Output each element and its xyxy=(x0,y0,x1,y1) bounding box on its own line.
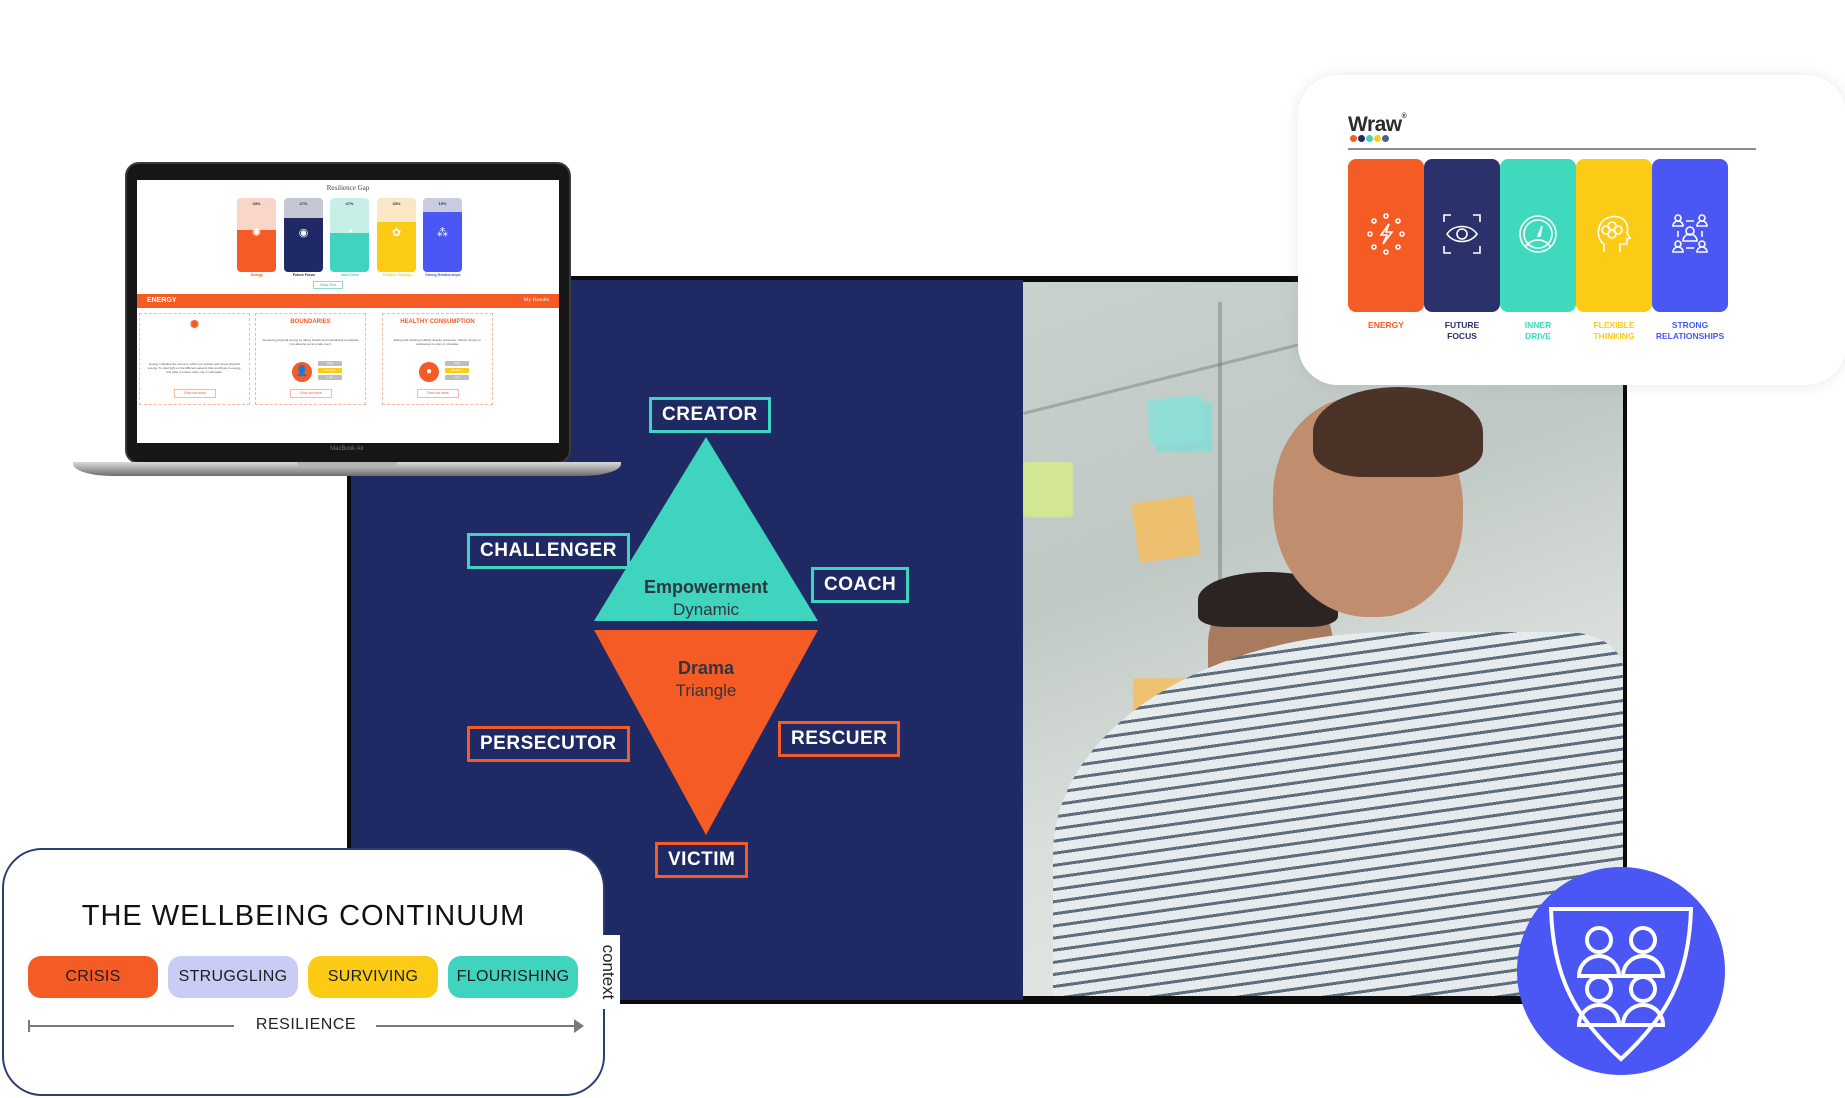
gap-bar: 33% ✿ xyxy=(377,198,416,272)
my-results-link[interactable]: My Results xyxy=(524,297,549,303)
device-label: MacBook Air xyxy=(330,446,364,452)
level-high: High xyxy=(445,361,469,366)
role-challenger: CHALLENGER xyxy=(467,533,630,569)
role-rescuer: RESCUER xyxy=(778,721,901,757)
level-medium: Medium xyxy=(445,368,469,373)
pillar-card xyxy=(1500,159,1576,312)
gap-bar-label: Energy xyxy=(251,273,263,277)
drama-subtitle: Triangle xyxy=(675,681,737,700)
sticky-note xyxy=(1023,462,1073,517)
level-high: High xyxy=(318,361,342,366)
pillar-card xyxy=(1348,159,1424,312)
pillar-icon: ✺ xyxy=(251,227,262,239)
gap-bar: 47% ◔ xyxy=(330,198,369,272)
gap-percent: 43% xyxy=(252,201,261,206)
find-out-more-button[interactable]: Find out more xyxy=(174,389,216,398)
sticky-note xyxy=(1146,394,1206,446)
stage-struggling: STRUGGLING xyxy=(168,956,298,998)
wellbeing-continuum-card: THE WELLBEING CONTINUUM CRISIS STRUGGLIN… xyxy=(2,848,605,1096)
logo-dot xyxy=(1382,135,1389,142)
read-text-button[interactable]: Read Text xyxy=(313,281,343,289)
empowerment-title: Empowerment xyxy=(643,577,769,597)
gap-bar-label: Flexible Thinking xyxy=(382,273,412,277)
logo-dot xyxy=(1374,135,1381,142)
speedometer-icon xyxy=(1519,215,1557,253)
gap-percent: 33% xyxy=(392,201,401,206)
logo-dot xyxy=(1366,135,1373,142)
gap-bar: 43% ✺ xyxy=(237,198,276,272)
pillar-icon: ◉ xyxy=(298,227,309,239)
resilience-gap-title: Resilience Gap xyxy=(326,184,370,192)
card-title: HEALTHY CONSUMPTION xyxy=(400,319,475,325)
eye-focus-icon xyxy=(1443,214,1481,254)
gap-bar-label: Inner Drive xyxy=(340,273,360,277)
shield-team-badge xyxy=(1517,867,1725,1075)
card-body: Eating and drinking healthily despite pr… xyxy=(393,338,482,346)
gap-bar-fill xyxy=(330,232,369,272)
continuum-title: THE WELLBEING CONTINUUM xyxy=(81,900,526,932)
level-low: Low xyxy=(445,375,469,380)
gap-bar-label: Strong Relationships xyxy=(425,273,461,277)
gap-percent: 47% xyxy=(345,201,354,206)
energy-section-title: ENERGY xyxy=(147,297,177,304)
laptop-screen: Resilience Gap 43% ✺ Energy 27% ◉ Future Focu… xyxy=(137,180,559,443)
energy-bolt-icon xyxy=(1367,213,1405,255)
energy-section-header: ENERGY My Results xyxy=(137,294,559,308)
pillar-icon: ✿ xyxy=(391,227,402,239)
person-icon: 👤 xyxy=(292,362,312,382)
pillar-card xyxy=(1424,159,1500,312)
wraw-logo-dots xyxy=(1350,135,1389,142)
find-out-more-button[interactable]: Find out more xyxy=(290,389,332,398)
divider xyxy=(1348,148,1756,150)
boundaries-card: BOUNDARIES Sustaining physical energy by… xyxy=(255,313,366,405)
resilience-label: RESILIENCE xyxy=(255,1016,357,1033)
logo-dot xyxy=(1350,135,1357,142)
pillar-card xyxy=(1576,159,1652,312)
gap-percent: 19% xyxy=(438,201,447,206)
laptop-base xyxy=(73,462,621,476)
gap-bar-label: Future Focus xyxy=(292,273,316,277)
pillar-icon: ◔ xyxy=(346,226,353,238)
find-out-more-button[interactable]: Find out more xyxy=(417,389,459,398)
pillar-card xyxy=(1652,159,1728,312)
healthy-consumption-card: HEALTHY CONSUMPTION Eating and drinking … xyxy=(382,313,493,405)
logo-dot xyxy=(1358,135,1365,142)
level-low: Low xyxy=(318,375,342,380)
card-body: Energy indicates the extent to which you… xyxy=(147,362,242,374)
gap-bar: 27% ◉ xyxy=(284,198,323,272)
empowerment-subtitle: Dynamic xyxy=(672,600,740,619)
apple-icon: ● xyxy=(419,362,439,382)
laptop-mockup: Resilience Gap 43% ✺ Energy 27% ◉ Future Focu… xyxy=(73,160,621,480)
role-creator: CREATOR xyxy=(649,397,771,433)
card-title: BOUNDARIES xyxy=(290,319,331,325)
stage-crisis: CRISIS xyxy=(28,956,158,998)
gap-bar-fill xyxy=(423,212,462,272)
wraw-logo: Wraw® xyxy=(1348,113,1407,136)
pillar-label: STRONG RELATIONSHIPS xyxy=(1655,320,1725,341)
energy-info-card: ✺ Energy indicates the extent to which y… xyxy=(139,313,250,405)
stage-surviving: SURVIVING xyxy=(308,956,438,998)
energy-icon: ✺ xyxy=(189,319,200,331)
wraw-pillars-card: Wraw® ENERGY FUTURE FOCUS INNER DRIVE FLEXIBL… xyxy=(1298,75,1845,385)
gap-bar: 19% ⁂ xyxy=(423,198,462,272)
people-network-icon xyxy=(1672,214,1708,253)
pillar-icon: ⁂ xyxy=(437,227,448,239)
role-victim: VICTIM xyxy=(655,842,749,878)
role-persecutor: PERSECUTOR xyxy=(467,726,630,762)
shield-team-icon xyxy=(1548,907,1694,1062)
head-brain-icon xyxy=(1597,215,1632,252)
gap-percent: 27% xyxy=(299,201,308,206)
stage-flourishing: FLOURISHING xyxy=(448,956,578,998)
resilience-axis: RESILIENCE xyxy=(28,1014,584,1036)
level-medium: Medium xyxy=(318,368,342,373)
sticky-note xyxy=(1131,494,1201,564)
role-coach: COACH xyxy=(811,567,910,603)
empowerment-label: Empowerment Dynamic xyxy=(596,577,816,620)
drama-title: Drama xyxy=(677,658,735,678)
card-body: Sustaining physical energy by taking bre… xyxy=(262,338,359,346)
context-tab[interactable]: context xyxy=(596,935,620,1009)
drama-label: Drama Triangle xyxy=(596,658,816,701)
